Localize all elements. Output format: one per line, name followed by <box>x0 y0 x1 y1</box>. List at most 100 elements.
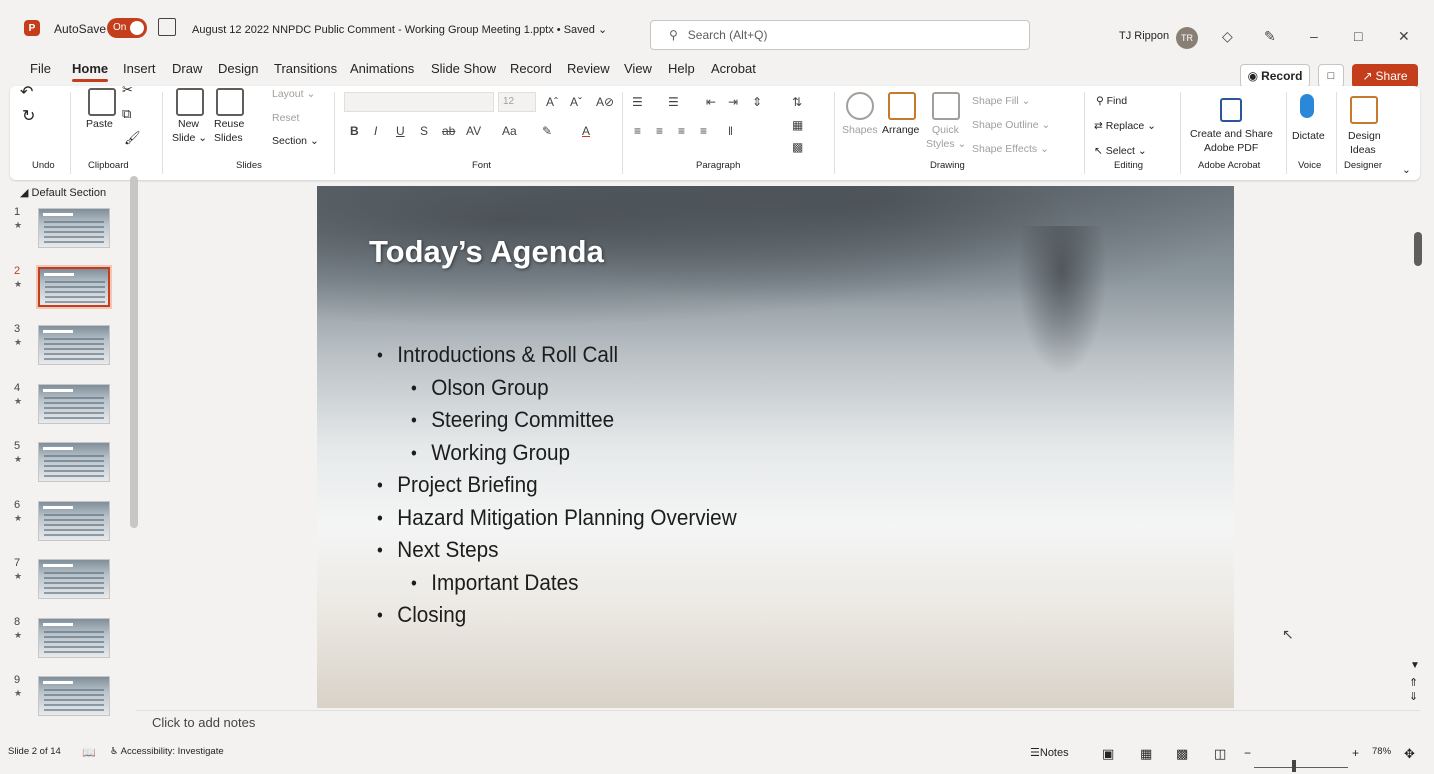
highlight-icon[interactable]: ✎ <box>542 124 552 138</box>
shape-outline-button[interactable]: Shape Outline ⌄ <box>972 119 1050 131</box>
tab-home[interactable]: Home <box>72 61 109 82</box>
diamond-icon[interactable]: ◇ <box>1222 28 1233 45</box>
align-text-icon[interactable]: ▦ <box>792 118 803 132</box>
next-slide-icon[interactable]: ⇓ <box>1409 690 1418 703</box>
paste-icon[interactable] <box>88 88 116 116</box>
tab-draw[interactable]: Draw <box>172 61 202 76</box>
user-name[interactable]: TJ Rippon <box>1119 30 1169 42</box>
new-slide-label[interactable]: New <box>178 118 199 130</box>
slide-thumbnail[interactable] <box>38 676 110 716</box>
thumbnail-scrollbar[interactable] <box>130 176 138 528</box>
slide-thumbnail[interactable] <box>36 264 112 309</box>
search-box[interactable]: ⚲ Search (Alt+Q) <box>650 20 1030 50</box>
zoom-in-icon[interactable]: + <box>1352 746 1359 760</box>
paste-label[interactable]: Paste <box>86 118 113 130</box>
shapes-label[interactable]: Shapes <box>842 124 878 136</box>
justify-icon[interactable]: ≡ <box>700 124 707 138</box>
normal-view-icon[interactable]: ▣ <box>1102 746 1114 762</box>
save-icon[interactable] <box>158 18 176 36</box>
design-ideas-label-2[interactable]: Ideas <box>1350 144 1376 156</box>
redo-icon[interactable]: ↻ <box>22 106 35 126</box>
quick-styles-label-2[interactable]: Styles ⌄ <box>926 138 966 150</box>
reuse-slides-icon[interactable] <box>216 88 244 116</box>
new-slide-icon[interactable] <box>176 88 204 116</box>
notes-pane[interactable] <box>136 710 1420 738</box>
bold-icon[interactable]: B <box>350 124 359 138</box>
layout-button[interactable]: Layout ⌄ <box>272 88 315 100</box>
minimize-icon[interactable]: – <box>1310 28 1318 44</box>
slide-thumbnail[interactable] <box>38 325 110 365</box>
shape-fill-button[interactable]: Shape Fill ⌄ <box>972 95 1030 107</box>
slide-title[interactable]: Today’s Agenda <box>369 234 604 270</box>
smartart-icon[interactable]: ▩ <box>792 140 803 154</box>
replace-button[interactable]: ⇄ Replace ⌄ <box>1094 120 1156 132</box>
arrange-label[interactable]: Arrange <box>882 124 919 136</box>
slideshow-icon[interactable]: ◫ <box>1214 746 1226 762</box>
restore-icon[interactable]: □ <box>1354 28 1362 44</box>
reading-view-icon[interactable]: ▩ <box>1176 746 1188 762</box>
find-button[interactable]: ⚲ Find <box>1096 95 1127 107</box>
clear-formatting-icon[interactable]: A⊘ <box>596 95 614 109</box>
notes-placeholder[interactable]: Click to add notes <box>152 715 255 730</box>
tab-help[interactable]: Help <box>668 61 695 76</box>
share-button[interactable]: ↗ Share <box>1352 64 1418 88</box>
underline-icon[interactable]: U <box>396 124 405 138</box>
copy-icon[interactable]: ⧉ <box>122 106 131 122</box>
avatar[interactable]: TR <box>1176 27 1198 49</box>
notes-button[interactable]: ☰Notes <box>1030 746 1069 759</box>
section-label[interactable]: ◢ Default Section <box>20 186 106 199</box>
ribbon-collapse-icon[interactable]: ⌄ <box>1402 164 1411 176</box>
text-direction-icon[interactable]: ⇅ <box>792 95 802 109</box>
slide-sorter-icon[interactable]: ▦ <box>1140 746 1152 762</box>
change-case-icon[interactable]: Aa <box>502 124 517 138</box>
autosave-toggle[interactable]: On <box>107 18 147 38</box>
arrange-icon[interactable] <box>888 92 916 120</box>
section-button[interactable]: Section ⌄ <box>272 135 319 147</box>
dictate-label[interactable]: Dictate <box>1292 130 1325 142</box>
grow-font-icon[interactable]: Aˆ <box>546 95 558 109</box>
new-slide-label-2[interactable]: Slide ⌄ <box>172 132 207 144</box>
zoom-slider-thumb[interactable] <box>1292 760 1296 772</box>
scroll-down-arrow-icon[interactable]: ▼ <box>1410 660 1420 671</box>
reset-button[interactable]: Reset <box>272 112 299 124</box>
quick-styles-icon[interactable] <box>932 92 960 120</box>
slide-thumbnail[interactable] <box>38 442 110 482</box>
align-left-icon[interactable]: ≡ <box>634 124 641 138</box>
tab-animations[interactable]: Animations <box>350 61 414 76</box>
decrease-indent-icon[interactable]: ⇤ <box>706 95 716 109</box>
slide-thumbnail[interactable] <box>38 559 110 599</box>
align-center-icon[interactable]: ≡ <box>656 124 663 138</box>
slide-canvas[interactable]: Today’s Agenda Introductions & Roll Call… <box>317 186 1234 708</box>
design-ideas-label[interactable]: Design <box>1348 130 1381 142</box>
columns-icon[interactable]: ‖ <box>728 124 733 138</box>
shapes-icon[interactable] <box>846 92 874 120</box>
format-painter-icon[interactable]: 🖌 <box>124 130 141 146</box>
document-title[interactable]: August 12 2022 NNPDC Public Comment - Wo… <box>192 23 607 36</box>
tab-record[interactable]: Record <box>510 61 552 76</box>
character-spacing-icon[interactable]: AV <box>466 124 481 138</box>
increase-indent-icon[interactable]: ⇥ <box>728 95 738 109</box>
line-spacing-icon[interactable]: ⇕ <box>752 95 762 109</box>
slide-thumbnail[interactable] <box>38 617 110 658</box>
tab-view[interactable]: View <box>624 61 652 76</box>
accessibility-status[interactable]: ♿ Accessibility: Investigate <box>110 746 224 757</box>
shadow-icon[interactable]: S <box>420 124 428 138</box>
tab-acrobat[interactable]: Acrobat <box>711 61 756 76</box>
comments-button[interactable]: □ <box>1318 64 1344 88</box>
close-icon[interactable]: ✕ <box>1398 28 1410 45</box>
quick-styles-label[interactable]: Quick <box>932 124 959 136</box>
design-ideas-icon[interactable] <box>1350 96 1378 124</box>
font-size-box[interactable]: 12 <box>498 92 536 112</box>
tab-transitions[interactable]: Transitions <box>274 61 337 76</box>
tab-slide-show[interactable]: Slide Show <box>431 61 496 76</box>
previous-slide-icon[interactable]: ⇑ <box>1409 676 1418 689</box>
microphone-icon[interactable] <box>1300 94 1314 118</box>
tab-insert[interactable]: Insert <box>123 61 156 76</box>
adobe-pdf-icon[interactable] <box>1220 98 1242 122</box>
slide-thumbnail[interactable] <box>38 208 110 248</box>
create-pdf-label[interactable]: Create and Share <box>1190 128 1273 140</box>
numbering-icon[interactable]: ☰ <box>668 95 679 109</box>
tab-file[interactable]: File <box>30 61 51 76</box>
agenda-list[interactable]: Introductions & Roll CallOlson GroupStee… <box>377 339 768 632</box>
cut-icon[interactable]: ✂ <box>122 82 133 98</box>
